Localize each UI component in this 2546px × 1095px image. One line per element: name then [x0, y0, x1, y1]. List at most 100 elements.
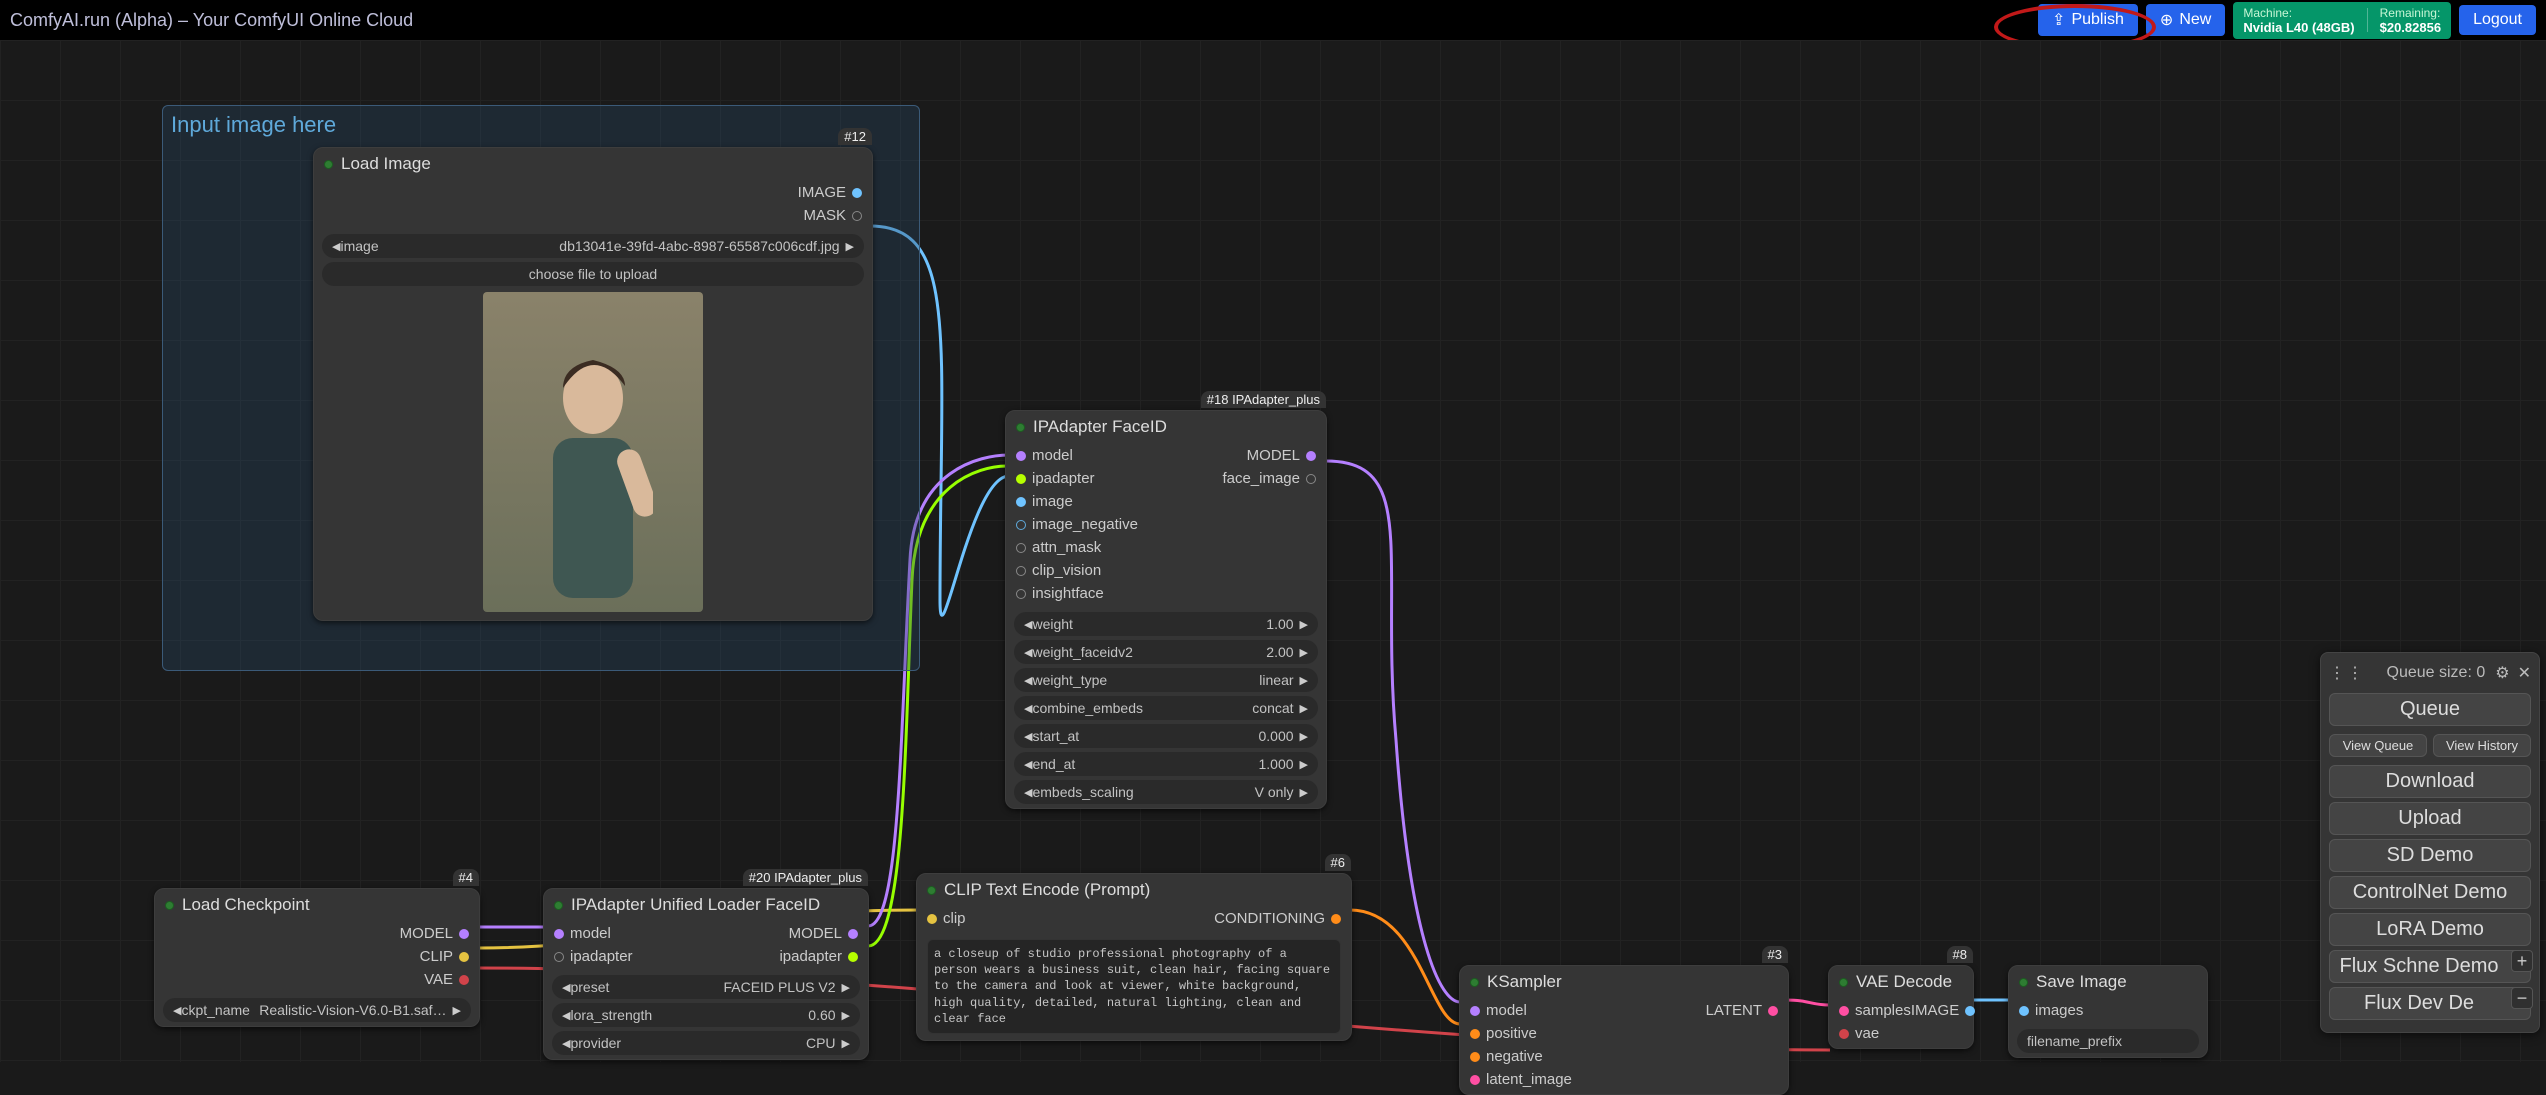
widget-start_at[interactable]: ◀start_at0.000▶	[1014, 724, 1318, 748]
image-preview[interactable]	[483, 292, 703, 612]
widget-embeds_scaling[interactable]: ◀embeds_scalingV only▶	[1014, 780, 1318, 804]
node-ipadapter-faceid[interactable]: #18 IPAdapter_plus IPAdapter FaceID mode…	[1005, 410, 1327, 809]
node-vae-decode[interactable]: #8 VAE Decode samplesIMAGE vae	[1828, 965, 1974, 1049]
port-dot-icon[interactable]	[1016, 474, 1026, 484]
port-dot-icon[interactable]	[1839, 1029, 1849, 1039]
flux-dev-demo-button[interactable]: Flux Dev De	[2329, 987, 2531, 1020]
port-dot-icon[interactable]	[2019, 1006, 2029, 1016]
chevron-left-icon[interactable]: ◀	[1024, 730, 1032, 743]
node-canvas[interactable]: Input image here #12 Load Image IMAGE MA…	[0, 40, 2546, 1062]
view-history-button[interactable]: View History	[2433, 734, 2531, 757]
port-dot-icon[interactable]	[459, 952, 469, 962]
node-title-text: CLIP Text Encode (Prompt)	[944, 880, 1150, 900]
chevron-left-icon[interactable]: ◀	[173, 1004, 181, 1017]
node-clip-text[interactable]: #6 CLIP Text Encode (Prompt) clipCONDITI…	[916, 873, 1352, 1041]
controlnet-demo-button[interactable]: ControlNet Demo	[2329, 876, 2531, 909]
port-dot-icon[interactable]	[1016, 589, 1026, 599]
widget-label: weight_type	[1032, 672, 1107, 688]
chevron-right-icon[interactable]: ▶	[1300, 674, 1308, 687]
port-dot-icon[interactable]	[1470, 1006, 1480, 1016]
port-dot-icon[interactable]	[848, 929, 858, 939]
port-dot-icon[interactable]	[1016, 566, 1026, 576]
widget-ckpt-name[interactable]: ◀ ckpt_name Realistic-Vision-V6.0-B1.saf…	[163, 998, 471, 1022]
widget-weight_type[interactable]: ◀weight_typelinear▶	[1014, 668, 1318, 692]
port-dot-icon[interactable]	[459, 975, 469, 985]
sd-demo-button[interactable]: SD Demo	[2329, 839, 2531, 872]
chevron-left-icon[interactable]: ◀	[562, 981, 570, 994]
queue-button[interactable]: Queue	[2329, 693, 2531, 726]
chevron-right-icon[interactable]: ▶	[1300, 646, 1308, 659]
node-unified-loader[interactable]: #20 IPAdapter_plus IPAdapter Unified Loa…	[543, 888, 869, 1060]
port-dot-icon[interactable]	[554, 929, 564, 939]
node-load-checkpoint[interactable]: #4 Load Checkpoint MODEL CLIP VAE ◀ ckpt…	[154, 888, 480, 1027]
new-button[interactable]: ⊕ New	[2146, 4, 2225, 36]
port-dot-icon[interactable]	[1016, 497, 1026, 507]
widget-value: CPU	[806, 1035, 836, 1051]
widget-preset[interactable]: ◀presetFACEID PLUS V2▶	[552, 975, 860, 999]
chevron-left-icon[interactable]: ◀	[1024, 786, 1032, 799]
port-dot-icon[interactable]	[1016, 543, 1026, 553]
widget-weight[interactable]: ◀weight1.00▶	[1014, 612, 1318, 636]
chevron-left-icon[interactable]: ◀	[1024, 702, 1032, 715]
download-button[interactable]: Download	[2329, 765, 2531, 798]
brand-title[interactable]: ComfyAI.run (Alpha) – Your ComfyUI Onlin…	[10, 10, 413, 31]
port-dot-icon[interactable]	[1331, 914, 1341, 924]
chevron-left-icon[interactable]: ◀	[562, 1037, 570, 1050]
widget-end_at[interactable]: ◀end_at1.000▶	[1014, 752, 1318, 776]
machine-status[interactable]: Machine: Nvidia L40 (48GB) Remaining: $2…	[2233, 2, 2451, 39]
publish-button[interactable]: ⇪ Publish	[2038, 4, 2138, 36]
port-dot-icon[interactable]	[1306, 474, 1316, 484]
logout-button[interactable]: Logout	[2459, 5, 2536, 35]
port-dot-icon[interactable]	[1768, 1006, 1778, 1016]
zoom-in-button[interactable]: +	[2511, 950, 2533, 972]
prompt-textarea[interactable]: a closeup of studio professional photogr…	[927, 939, 1341, 1034]
port-dot-icon[interactable]	[1016, 451, 1026, 461]
node-load-image[interactable]: #12 Load Image IMAGE MASK ◀ image db1304…	[313, 147, 873, 621]
chevron-right-icon[interactable]: ▶	[1300, 786, 1308, 799]
port-dot-icon[interactable]	[848, 952, 858, 962]
widget-combine_embeds[interactable]: ◀combine_embedsconcat▶	[1014, 696, 1318, 720]
view-queue-button[interactable]: View Queue	[2329, 734, 2427, 757]
gear-icon[interactable]: ⚙	[2495, 663, 2509, 683]
chevron-left-icon[interactable]: ◀	[1024, 758, 1032, 771]
port-dot-icon[interactable]	[459, 929, 469, 939]
chevron-right-icon[interactable]: ▶	[453, 1004, 461, 1017]
widget-filename-prefix[interactable]: filename_prefix	[2017, 1029, 2199, 1053]
port-label: negative	[1486, 1048, 1543, 1065]
chevron-right-icon[interactable]: ▶	[842, 1009, 850, 1022]
port-dot-icon[interactable]	[1470, 1029, 1480, 1039]
chevron-left-icon[interactable]: ◀	[562, 1009, 570, 1022]
chevron-right-icon[interactable]: ▶	[846, 240, 854, 253]
drag-handle-icon[interactable]: ⋮⋮	[2329, 663, 2365, 683]
port-dot-icon[interactable]	[554, 952, 564, 962]
widget-upload-button[interactable]: choose file to upload	[322, 262, 864, 286]
port-dot-icon[interactable]	[1965, 1006, 1975, 1016]
port-dot-icon[interactable]	[1306, 451, 1316, 461]
chevron-right-icon[interactable]: ▶	[842, 981, 850, 994]
port-dot-icon[interactable]	[927, 914, 937, 924]
port-dot-icon[interactable]	[1016, 520, 1026, 530]
lora-demo-button[interactable]: LoRA Demo	[2329, 913, 2531, 946]
chevron-right-icon[interactable]: ▶	[1300, 758, 1308, 771]
chevron-left-icon[interactable]: ◀	[332, 240, 340, 253]
port-dot-icon[interactable]	[1839, 1006, 1849, 1016]
node-save-image[interactable]: Save Image images filename_prefix	[2008, 965, 2208, 1058]
close-icon[interactable]: ✕	[2518, 663, 2531, 683]
port-dot-icon[interactable]	[1470, 1075, 1480, 1085]
chevron-right-icon[interactable]: ▶	[1300, 730, 1308, 743]
node-ksampler[interactable]: #3 KSampler modelLATENT positive negativ…	[1459, 965, 1789, 1095]
chevron-right-icon[interactable]: ▶	[1300, 702, 1308, 715]
widget-lora_strength[interactable]: ◀lora_strength0.60▶	[552, 1003, 860, 1027]
port-dot-icon[interactable]	[852, 188, 862, 198]
flux-schne-demo-button[interactable]: Flux Schne Demo	[2329, 950, 2531, 983]
chevron-right-icon[interactable]: ▶	[842, 1037, 850, 1050]
port-dot-icon[interactable]	[1470, 1052, 1480, 1062]
zoom-out-button[interactable]: −	[2511, 987, 2533, 1009]
widget-provider[interactable]: ◀providerCPU▶	[552, 1031, 860, 1055]
widget-image-select[interactable]: ◀ image db13041e-39fd-4abc-8987-65587c00…	[322, 234, 864, 258]
chevron-right-icon[interactable]: ▶	[1300, 618, 1308, 631]
port-dot-icon[interactable]	[852, 211, 862, 221]
widget-weight_faceidv2[interactable]: ◀weight_faceidv22.00▶	[1014, 640, 1318, 664]
side-panel[interactable]: ⋮⋮ Queue size: 0 ⚙ ✕ Queue View Queue Vi…	[2320, 652, 2540, 1033]
upload-button[interactable]: Upload	[2329, 802, 2531, 835]
